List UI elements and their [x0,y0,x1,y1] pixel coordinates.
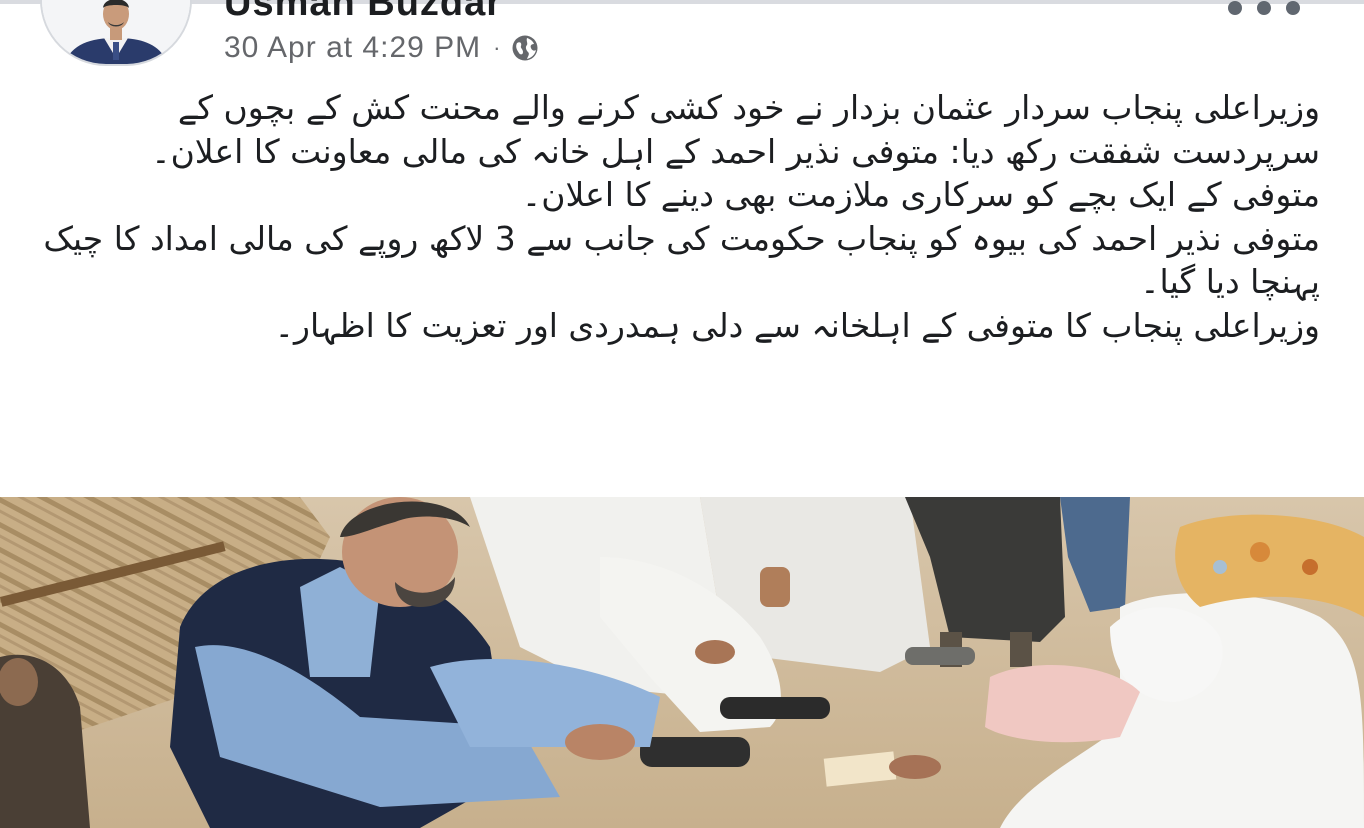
facebook-post: Usman Buzdar 30 Apr at 4:29 PM · وزیراعل… [0,0,1364,828]
photo-scene [0,497,1364,828]
more-dot [1257,1,1271,15]
post-paragraph-2: متوفی کے ایک بچے کو سرکاری ملازمت بھی دی… [521,175,1320,214]
post-meta: 30 Apr at 4:29 PM · [224,28,539,68]
post-text: وزیراعلی پنجاب سردار عثمان بزدار نے خود … [40,86,1320,478]
globe-icon[interactable] [511,34,539,62]
post-paragraph-4: وزیراعلی پنجاب کا متوفی کے اہلخانہ سے دل… [274,305,1320,345]
author-name[interactable]: Usman Buzdar [224,0,502,25]
meta-separator: · [493,35,502,60]
post-paragraph-1: وزیراعلی پنجاب سردار عثمان بزدار نے خود … [151,88,1320,171]
post-timestamp[interactable]: 30 Apr at 4:29 PM [224,31,481,65]
more-dot [1286,1,1300,15]
top-divider [0,0,1364,4]
more-dot [1228,1,1242,15]
post-photo[interactable] [0,497,1364,828]
author-avatar[interactable] [40,0,192,66]
avatar-image [42,0,190,64]
post-paragraph-3: متوفی نذیر احمد کی بیوہ کو پنجاب حکومت ک… [43,218,1320,302]
more-options-icon[interactable] [1228,0,1300,18]
